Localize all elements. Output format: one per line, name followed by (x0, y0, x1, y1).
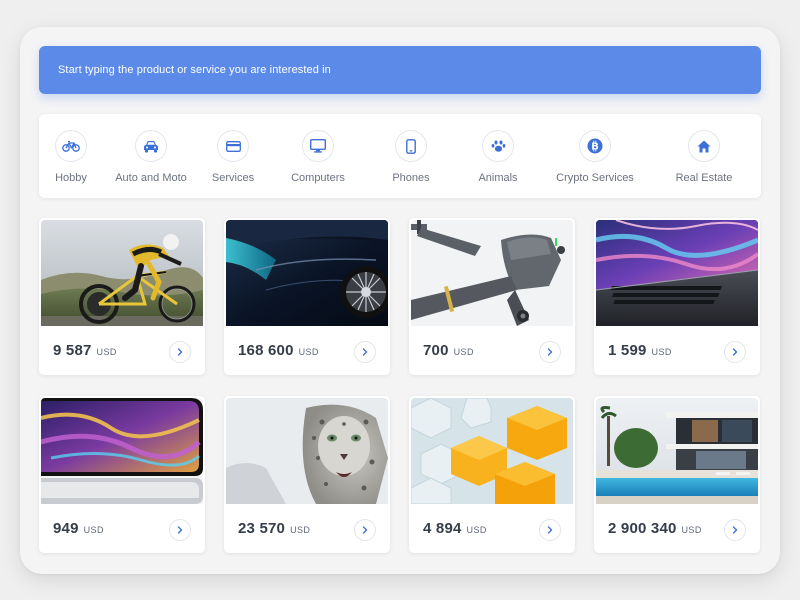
product-card[interactable]: 168 600 USD (224, 218, 390, 375)
price-value: 9 587 (53, 342, 92, 359)
home-icon (688, 130, 720, 162)
category-crypto-services[interactable]: B Crypto Services (545, 114, 645, 198)
price: 23 570 USD (238, 520, 310, 537)
smartphone-icon (395, 130, 427, 162)
price-currency: USD (298, 347, 319, 357)
search-input[interactable] (58, 46, 761, 94)
price-value: 1 599 (608, 342, 647, 359)
open-product-button[interactable] (539, 341, 561, 363)
category-label: Auto and Moto (115, 172, 187, 184)
price: 949 USD (53, 520, 104, 537)
credit-card-icon (217, 130, 249, 162)
product-card[interactable]: 949 USD (39, 396, 205, 553)
product-card[interactable]: 1 599 USD (594, 218, 760, 375)
price-value: 4 894 (423, 520, 462, 537)
product-image-cyclist (41, 220, 203, 326)
open-product-button[interactable] (354, 519, 376, 541)
category-computers[interactable]: Computers (268, 114, 368, 198)
open-product-button[interactable] (169, 341, 191, 363)
price: 700 USD (423, 342, 474, 359)
category-label: Phones (392, 172, 430, 184)
price: 9 587 USD (53, 342, 117, 359)
price-currency: USD (651, 347, 672, 357)
product-image-laptop (596, 220, 758, 326)
product-image-drone (411, 220, 573, 326)
price: 2 900 340 USD (608, 520, 702, 537)
open-product-button[interactable] (354, 341, 376, 363)
price: 1 599 USD (608, 342, 672, 359)
price-currency: USD (466, 525, 487, 535)
chevron-right-icon (732, 348, 738, 356)
product-card[interactable]: 23 570 USD (224, 396, 390, 553)
price-currency: USD (453, 347, 474, 357)
product-card[interactable]: 700 USD (409, 218, 575, 375)
monitor-icon (302, 130, 334, 162)
price-currency: USD (83, 525, 104, 535)
chevron-right-icon (547, 526, 553, 534)
svg-text:B: B (591, 142, 599, 153)
price-value: 949 (53, 520, 79, 537)
car-icon (135, 130, 167, 162)
price-value: 2 900 340 (608, 520, 677, 537)
price-value: 700 (423, 342, 449, 359)
product-card[interactable]: 9 587 USD (39, 218, 205, 375)
price-value: 23 570 (238, 520, 286, 537)
price: 168 600 USD (238, 342, 319, 359)
chevron-right-icon (362, 348, 368, 356)
price: 4 894 USD (423, 520, 487, 537)
product-card[interactable]: 2 900 340 USD (594, 396, 760, 553)
paw-icon (482, 130, 514, 162)
category-phones[interactable]: Phones (361, 114, 461, 198)
chevron-right-icon (177, 348, 183, 356)
category-bar: Hobby Auto and Moto Services Computers P… (39, 114, 761, 198)
chevron-right-icon (362, 526, 368, 534)
bitcoin-icon: B (579, 130, 611, 162)
product-image-villa (596, 398, 758, 504)
product-image-snow-leopard (226, 398, 388, 504)
category-label: Crypto Services (556, 172, 634, 184)
open-product-button[interactable] (539, 519, 561, 541)
category-label: Hobby (55, 172, 87, 184)
category-label: Animals (478, 172, 518, 184)
chevron-right-icon (732, 526, 738, 534)
product-image-hexagons (411, 398, 573, 504)
chevron-right-icon (177, 526, 183, 534)
price-currency: USD (290, 525, 311, 535)
price-currency: USD (96, 347, 117, 357)
product-image-car (226, 220, 388, 326)
category-label: Real Estate (675, 172, 733, 184)
category-animals[interactable]: Animals (448, 114, 548, 198)
product-card[interactable]: 4 894 USD (409, 396, 575, 553)
open-product-button[interactable] (169, 519, 191, 541)
search-bar[interactable] (39, 46, 761, 94)
category-label: Computers (291, 172, 345, 184)
chevron-right-icon (547, 348, 553, 356)
product-image-phone (41, 398, 203, 504)
category-real-estate[interactable]: Real Estate (654, 114, 754, 198)
open-product-button[interactable] (724, 519, 746, 541)
bicycle-icon (55, 130, 87, 162)
open-product-button[interactable] (724, 341, 746, 363)
category-label: Services (211, 172, 255, 184)
price-value: 168 600 (238, 342, 294, 359)
price-currency: USD (681, 525, 702, 535)
